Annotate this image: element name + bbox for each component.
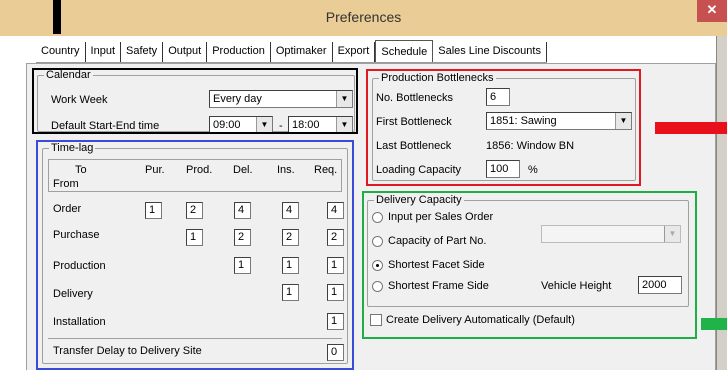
tab-input[interactable]: Input <box>86 42 121 62</box>
annotation-marker-red <box>655 122 727 134</box>
tab-schedule[interactable]: Schedule <box>375 40 434 62</box>
tab-export[interactable]: Export <box>333 42 376 62</box>
highlight-delivery <box>362 191 697 339</box>
annotation-marker-black <box>53 0 61 34</box>
tab-bar: Country Input Safety Output Production O… <box>36 40 547 63</box>
highlight-timelag <box>36 140 354 370</box>
tab-country[interactable]: Country <box>36 42 86 62</box>
window-title: Preferences <box>325 9 402 25</box>
tab-safety[interactable]: Safety <box>121 42 164 62</box>
tab-sales-line-discounts[interactable]: Sales Line Discounts <box>433 42 547 62</box>
tab-optimaker[interactable]: Optimaker <box>271 42 333 62</box>
left-margin <box>0 36 26 370</box>
highlight-calendar <box>32 68 358 134</box>
highlight-bottlenecks <box>366 69 641 186</box>
close-button[interactable]: ✕ <box>697 0 727 22</box>
tab-output[interactable]: Output <box>163 42 208 62</box>
annotation-marker-green <box>701 318 727 330</box>
title-bar: Preferences <box>0 0 727 36</box>
tab-production[interactable]: Production <box>207 42 271 62</box>
